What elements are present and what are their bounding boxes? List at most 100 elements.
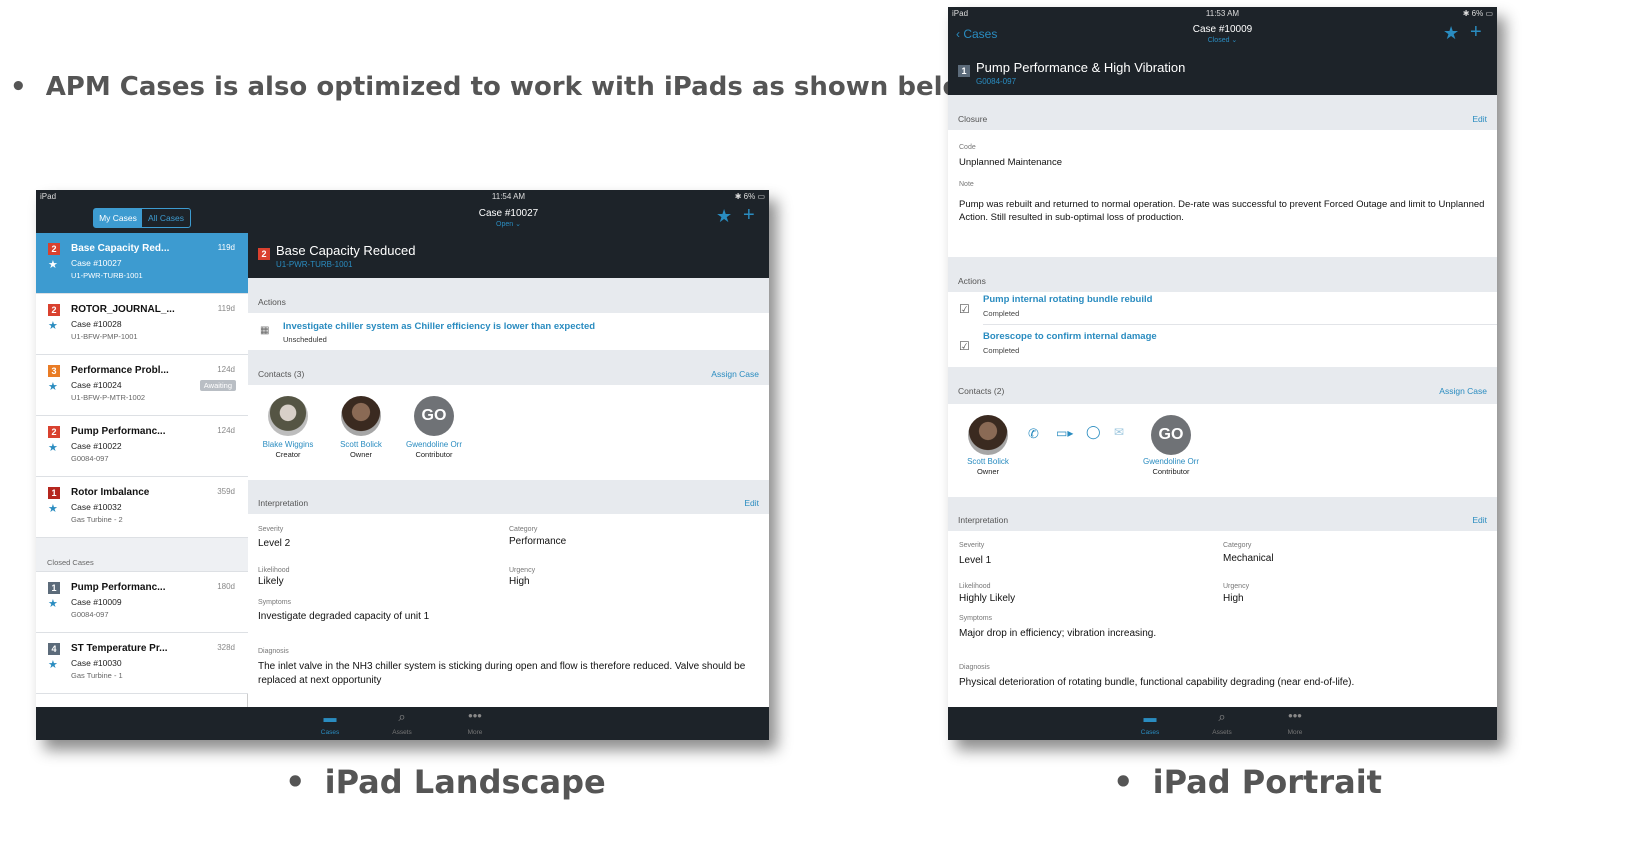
case-list-item[interactable]: 2 ★ Pump Performanc... Case #10022 G0084-097… [36, 416, 248, 477]
severity-badge: 1 [48, 487, 60, 499]
case-asset-link[interactable]: G0084-097 [976, 77, 1016, 86]
case-list-item[interactable]: 1 ★ Rotor Imbalance Case #10032 Gas Turbine … [36, 477, 248, 538]
portrait-body: Closure Edit Code Unplanned Maintenance N… [948, 95, 1497, 707]
contact-name-link[interactable]: Gwendoline Orr [1131, 457, 1211, 466]
chat-bubble-icon[interactable]: ◯ [1086, 424, 1101, 440]
add-plus-icon[interactable]: + [1470, 21, 1482, 44]
folder-icon[interactable]: ▬ [1130, 710, 1170, 725]
star-icon[interactable]: ★ [48, 319, 58, 332]
battery-indicator: ✱ 6% ▭ [734, 192, 765, 201]
star-icon[interactable]: ★ [48, 258, 58, 271]
case-asset: U1-BFW-PMP-1001 [71, 332, 138, 341]
tab-assets[interactable]: Assets [382, 729, 422, 736]
avatar-gwendoline-orr[interactable]: GO [414, 396, 454, 436]
case-age: 180d [217, 582, 235, 591]
severity-label: Severity [959, 542, 985, 549]
action-item-link[interactable]: Borescope to confirm internal damage [983, 331, 1157, 342]
avatar-scott-bolick[interactable] [968, 415, 1008, 455]
avatar-gwendoline-orr[interactable]: GO [1151, 415, 1191, 455]
case-list-item[interactable]: 2 ★ Base Capacity Red... Case #10027 U1-PWR-… [36, 233, 248, 294]
more-dots-icon[interactable]: ••• [1275, 708, 1315, 723]
ipad-landscape-screenshot: iPad My Cases All Cases 2 ★ Base Capacity … [36, 190, 769, 740]
star-icon[interactable]: ★ [48, 441, 58, 454]
avatar-scott-bolick[interactable] [341, 396, 381, 436]
add-plus-icon[interactable]: + [743, 204, 755, 227]
case-list-item[interactable]: 1 ★ Pump Performanc... Case #10009 G0084-097… [36, 572, 248, 633]
contact-name-link[interactable]: Scott Bolick [948, 457, 1028, 466]
likelihood-label: Likelihood [258, 567, 290, 574]
more-dots-icon[interactable]: ••• [455, 708, 495, 723]
favorite-star-icon[interactable]: ★ [1443, 23, 1459, 44]
diagnosis-value: Physical deterioration of rotating bundl… [959, 677, 1355, 688]
category-value: Mechanical [1223, 553, 1274, 564]
my-cases-segment[interactable]: My Cases [94, 209, 142, 227]
case-list-item[interactable]: 3 ★ Performance Probl... Case #10024 U1-BFW-… [36, 355, 248, 416]
case-asset: U1-PWR-TURB-1001 [71, 271, 143, 280]
phone-icon[interactable]: ✆ [1028, 426, 1039, 442]
action-item-link[interactable]: Pump internal rotating bundle rebuild [983, 294, 1152, 305]
assign-case-button[interactable]: Assign Case [711, 350, 759, 398]
action-item-link[interactable]: Investigate chiller system as Chiller ef… [283, 321, 595, 332]
portrait-header: iPad 11:53 AM ✱ 6% ▭ ‹ Cases Case #10009… [948, 7, 1497, 95]
contact-name-link[interactable]: Scott Bolick [321, 440, 401, 449]
case-title: ST Temperature Pr... [71, 643, 168, 654]
case-age: 328d [217, 643, 235, 652]
case-asset-link[interactable]: U1-PWR-TURB-1001 [276, 260, 352, 269]
tab-more[interactable]: More [1275, 729, 1315, 736]
search-icon[interactable]: ⌕ [382, 709, 422, 725]
case-list-item[interactable]: 2 ★ ROTOR_JOURNAL_... Case #10028 U1-BFW-PMP… [36, 294, 248, 355]
status-time: 11:54 AM [491, 192, 526, 201]
video-call-icon[interactable]: ▭▸ [1056, 426, 1073, 440]
closed-cases-header: Closed Cases [36, 538, 248, 572]
contact-name-link[interactable]: Blake Wiggins [248, 440, 328, 449]
star-icon[interactable]: ★ [48, 658, 58, 671]
star-icon[interactable]: ★ [48, 597, 58, 610]
case-asset: U1-BFW-P-MTR-1002 [71, 393, 146, 402]
tab-cases[interactable]: Cases [1130, 729, 1170, 736]
edit-interpretation-button[interactable]: Edit [744, 480, 759, 526]
action-status: Unscheduled [283, 335, 327, 344]
case-number: Case #10009 [71, 597, 122, 607]
case-state-dropdown[interactable]: Open ⌄ [248, 220, 769, 228]
star-icon[interactable]: ★ [48, 502, 58, 515]
contacts-section-header: Contacts (3) Assign Case [248, 350, 769, 385]
contact-role: Creator [275, 450, 301, 459]
case-age: 359d [217, 487, 235, 496]
edit-closure-button[interactable]: Edit [1472, 95, 1487, 143]
case-list-item[interactable]: 4 ★ ST Temperature Pr... Case #10030 Gas Tur… [36, 633, 248, 694]
symptoms-label: Symptoms [258, 599, 292, 606]
symptoms-value: Investigate degraded capacity of unit 1 [258, 611, 430, 622]
bullet-dot: • [10, 72, 27, 102]
all-cases-segment[interactable]: All Cases [142, 209, 190, 227]
case-state-dropdown[interactable]: Closed ⌄ [948, 36, 1497, 44]
caption-portrait: • iPad Portrait [1113, 763, 1382, 801]
contact-name-link[interactable]: Gwendoline Orr [394, 440, 474, 449]
battery-percent: 6% [743, 192, 756, 201]
case-number: Case #10027 [71, 258, 122, 268]
battery-indicator: ✱ 6% ▭ [1462, 9, 1493, 18]
favorite-star-icon[interactable]: ★ [716, 206, 732, 227]
checkbox-checked-icon[interactable]: ☑ [959, 302, 970, 316]
tab-assets[interactable]: Assets [1202, 729, 1242, 736]
assign-case-button[interactable]: Assign Case [1439, 367, 1487, 415]
severity-badge: 1 [48, 582, 60, 594]
case-age: 119d [217, 304, 235, 313]
star-icon[interactable]: ★ [48, 380, 58, 393]
caption-landscape: • iPad Landscape [285, 763, 606, 801]
severity-badge: 2 [48, 243, 60, 255]
avatar-blake-wiggins[interactable] [268, 396, 308, 436]
urgency-label: Urgency [1223, 583, 1250, 590]
case-number-title: Case #10027 [478, 208, 539, 219]
folder-icon[interactable]: ▬ [310, 710, 350, 725]
category-label: Category [509, 526, 538, 533]
email-icon[interactable]: ✉ [1114, 425, 1124, 439]
urgency-value: High [1223, 593, 1244, 604]
tab-cases[interactable]: Cases [310, 729, 350, 736]
divider [983, 324, 1497, 325]
checkbox-checked-icon[interactable]: ☑ [959, 339, 970, 353]
edit-interpretation-button[interactable]: Edit [1472, 497, 1487, 543]
caption-landscape-text: iPad Landscape [324, 763, 606, 801]
bullet-dot: • [285, 763, 306, 801]
search-icon[interactable]: ⌕ [1202, 709, 1242, 725]
tab-more[interactable]: More [455, 729, 495, 736]
